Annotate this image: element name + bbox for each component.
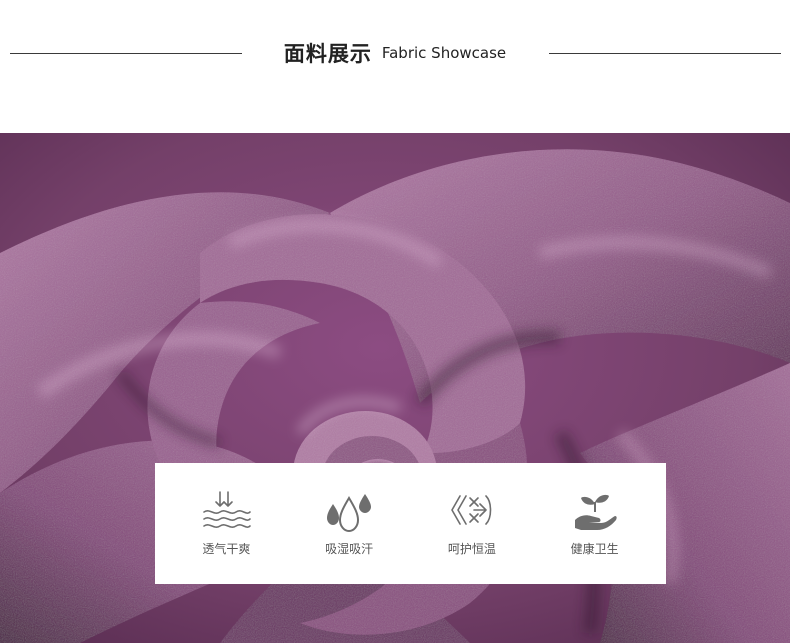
feature-label: 健康卫生 — [570, 542, 619, 556]
fabric-photo: 透气干爽 吸湿吸汗 呵护恒温 健康卫生 — [0, 133, 790, 643]
header-rule-right — [549, 53, 781, 54]
feature-moisture: 吸湿吸汗 — [294, 490, 404, 557]
healthy-hygiene-icon — [574, 494, 617, 530]
moisture-absorb-icon — [327, 494, 372, 533]
section-title-cn: 面料展示 — [283, 41, 372, 66]
feature-hygiene: 健康卫生 — [540, 490, 650, 557]
feature-label: 透气干爽 — [202, 542, 251, 556]
section-title-en: Fabric Showcase — [381, 44, 507, 62]
feature-panel: 透气干爽 吸湿吸汗 呵护恒温 健康卫生 — [155, 463, 666, 584]
feature-label: 呵护恒温 — [447, 542, 496, 556]
breathable-dry-icon — [203, 491, 252, 528]
feature-label: 吸湿吸汗 — [325, 542, 374, 556]
product-detail-page: 面料展示 Fabric Showcase 透气干爽 吸湿吸汗 呵护恒温 健康卫生 — [0, 0, 790, 643]
feature-breathable: 透气干爽 — [171, 490, 281, 557]
feature-warmth: 呵护恒温 — [417, 490, 527, 557]
section-header: 面料展示 Fabric Showcase — [0, 0, 790, 133]
warmth-protect-icon — [451, 495, 492, 525]
